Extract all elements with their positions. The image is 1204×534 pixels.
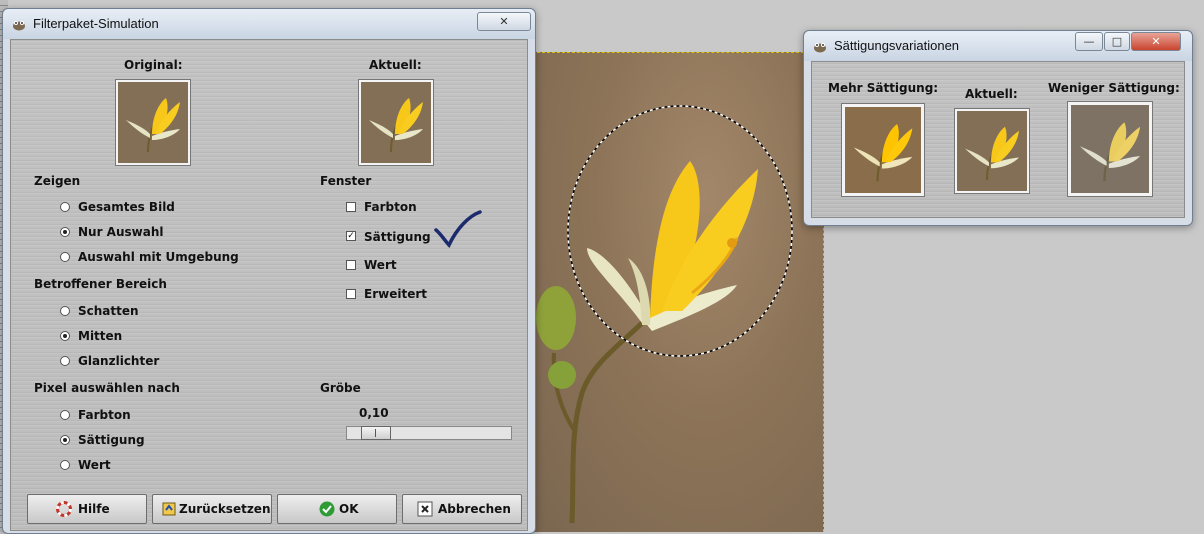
fenster-farbton-checkbox[interactable]	[346, 202, 356, 212]
current-saturation-label: Aktuell:	[965, 87, 1018, 101]
checkmark-annotation-icon	[434, 210, 482, 248]
pixel-heading: Pixel auswählen nach	[34, 381, 180, 395]
less-saturation-label: Weniger Sättigung:	[1048, 81, 1180, 95]
fenster-wert-checkbox[interactable]	[346, 260, 356, 270]
filter-client: Original: Aktuell: Zeigen Gesamtes Bild …	[10, 39, 528, 531]
aktuell-label: Aktuell:	[369, 58, 422, 72]
fenster-farbton-label[interactable]: Farbton	[364, 200, 417, 214]
saturation-client: Mehr Sättigung: Aktuell: Weniger Sättigu…	[811, 61, 1185, 218]
bereich-schatten-label[interactable]: Schatten	[78, 304, 139, 318]
original-flower-image	[118, 82, 188, 163]
gimp-icon	[13, 21, 25, 31]
original-label: Original:	[124, 58, 183, 72]
saturation-titlebar[interactable]: Sättigungsvariationen — □ ✕	[804, 31, 1192, 61]
less-saturation-thumbnail[interactable]	[1068, 102, 1152, 196]
ok-button-label: OK	[339, 502, 359, 516]
bereich-mitten-radio[interactable]	[60, 331, 70, 341]
zeigen-gesamtes-radio[interactable]	[60, 202, 70, 212]
grobe-value: 0,10	[359, 406, 389, 420]
current-saturation-image	[957, 111, 1027, 191]
filter-titlebar[interactable]: Filterpaket-Simulation ✕	[3, 9, 535, 39]
minimize-button[interactable]: —	[1075, 32, 1103, 51]
zeigen-nur-auswahl-radio[interactable]	[60, 227, 70, 237]
gimp-icon	[814, 43, 826, 53]
cancel-icon	[417, 501, 433, 517]
aktuell-thumbnail	[359, 80, 433, 165]
grobe-heading: Gröbe	[320, 381, 361, 395]
fenster-wert-label[interactable]: Wert	[364, 258, 397, 272]
more-saturation-image	[845, 107, 921, 193]
bereich-glanzlichter-radio[interactable]	[60, 356, 70, 366]
fenster-saettigung-checkbox[interactable]: ✓	[346, 231, 356, 241]
current-saturation-thumbnail[interactable]	[955, 109, 1029, 193]
pixel-saettigung-radio[interactable]	[60, 435, 70, 445]
help-icon	[56, 501, 72, 517]
help-button[interactable]: Hilfe	[27, 494, 147, 524]
more-saturation-thumbnail[interactable]	[842, 104, 924, 196]
zeigen-nur-auswahl-label[interactable]: Nur Auswahl	[78, 225, 164, 239]
flower-photo	[536, 105, 793, 524]
fenster-saettigung-label[interactable]: Sättigung	[364, 230, 431, 244]
original-thumbnail	[116, 80, 190, 165]
pixel-wert-radio[interactable]	[60, 460, 70, 470]
saturation-window-title: Sättigungsvariationen	[834, 38, 960, 53]
reset-button-label: Zurücksetzen	[179, 502, 271, 516]
saturation-window: Sättigungsvariationen — □ ✕ Mehr Sättigu…	[803, 30, 1193, 226]
zeigen-umgebung-label[interactable]: Auswahl mit Umgebung	[78, 250, 239, 264]
aktuell-flower-image	[361, 82, 431, 163]
bereich-schatten-radio[interactable]	[60, 306, 70, 316]
fenster-erweitert-label[interactable]: Erweitert	[364, 287, 427, 301]
filter-window-title: Filterpaket-Simulation	[33, 16, 159, 31]
bereich-heading: Betroffener Bereich	[34, 277, 167, 291]
less-saturation-image	[1071, 105, 1149, 193]
saturation-close-button[interactable]: ✕	[1131, 32, 1181, 51]
cancel-button[interactable]: Abbrechen	[402, 494, 522, 524]
maximize-button[interactable]: □	[1104, 32, 1130, 51]
reset-button[interactable]: Zurücksetzen	[152, 494, 272, 524]
pixel-farbton-label[interactable]: Farbton	[78, 408, 131, 422]
fenster-erweitert-checkbox[interactable]	[346, 289, 356, 299]
grobe-slider-thumb[interactable]	[361, 426, 391, 440]
bereich-glanzlichter-label[interactable]: Glanzlichter	[78, 354, 159, 368]
pixel-farbton-radio[interactable]	[60, 410, 70, 420]
ok-button[interactable]: OK	[277, 494, 397, 524]
pixel-wert-label[interactable]: Wert	[78, 458, 111, 472]
ok-check-icon	[319, 501, 335, 517]
filter-close-button[interactable]: ✕	[477, 12, 531, 31]
pixel-saettigung-label[interactable]: Sättigung	[78, 433, 145, 447]
more-saturation-label: Mehr Sättigung:	[828, 81, 939, 95]
bereich-mitten-label[interactable]: Mitten	[78, 329, 122, 343]
filter-window: Filterpaket-Simulation ✕ Original: Aktue…	[2, 8, 536, 534]
fenster-heading: Fenster	[320, 174, 372, 188]
cancel-button-label: Abbrechen	[438, 502, 511, 516]
reset-icon	[162, 502, 176, 516]
image-canvas[interactable]	[532, 52, 824, 532]
zeigen-heading: Zeigen	[34, 174, 81, 188]
zeigen-umgebung-radio[interactable]	[60, 252, 70, 262]
help-button-label: Hilfe	[78, 502, 110, 516]
zeigen-gesamtes-label[interactable]: Gesamtes Bild	[78, 200, 175, 214]
